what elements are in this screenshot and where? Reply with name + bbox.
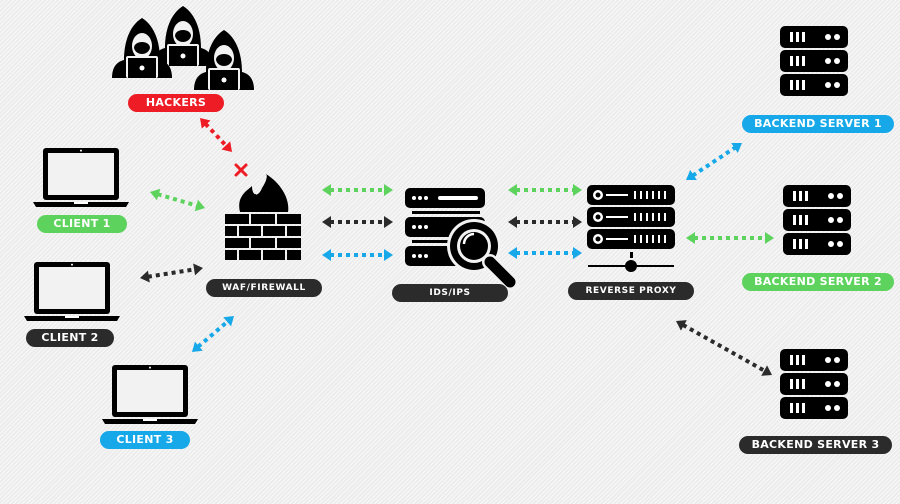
arrow-head [573, 216, 582, 228]
arrow-head [573, 247, 582, 259]
hooded-hackers-icon [112, 6, 254, 90]
arrow-head [508, 247, 517, 259]
arrow-head [686, 232, 695, 244]
server-rack-icon [783, 185, 851, 255]
edge-proxy-backend1 [686, 142, 742, 181]
edge-client3-waf [192, 316, 234, 352]
edge-line [147, 267, 196, 279]
hackers-label: HACKERS [128, 94, 224, 112]
blocked-x-icon [234, 163, 248, 177]
icons-layer [24, 6, 851, 424]
ids-label: IDS/IPS [392, 284, 508, 302]
arrow-head [384, 184, 393, 196]
arrow-head [322, 184, 331, 196]
network-diagram: HACKERS CLIENT 1 CLIENT 2 CLIENT 3 WAF/F… [0, 0, 900, 500]
diagram-canvas [24, 6, 851, 424]
arrow-head [573, 184, 582, 196]
edge-line [157, 192, 198, 208]
laptop-icon [33, 148, 129, 207]
proxy-label: REVERSE PROXY [568, 282, 694, 300]
backend3-label: BACKEND SERVER 3 [739, 436, 892, 454]
edge-line [196, 319, 230, 349]
waf-label: WAF/FIREWALL [206, 279, 322, 297]
edge-proxy-backend2 [686, 232, 774, 244]
server-rack-icon [780, 26, 848, 96]
laptop-icon [102, 365, 198, 424]
server-magnifier-icon [405, 188, 520, 292]
arrow-head [322, 249, 331, 261]
firewall-icon [225, 174, 301, 260]
edge-ids-proxy [508, 247, 582, 259]
backend2-label: BACKEND SERVER 2 [742, 273, 894, 291]
edge-line [691, 145, 737, 178]
arrow-head [140, 270, 150, 283]
edge-waf-ids [322, 249, 393, 261]
edge-client1-waf [150, 188, 205, 212]
edge-proxy-backend3 [676, 320, 772, 376]
edge-client2-waf [140, 263, 203, 283]
laptop-icon [24, 262, 120, 321]
client3-label: CLIENT 3 [100, 431, 190, 449]
arrow-head [508, 216, 517, 228]
arrow-head [765, 232, 774, 244]
arrow-head [384, 249, 393, 261]
network-server-icon [587, 185, 675, 272]
client1-label: CLIENT 1 [37, 215, 127, 233]
arrow-head [384, 216, 393, 228]
edge-ids-proxy [508, 184, 582, 196]
edge-line [681, 323, 767, 373]
client2-label: CLIENT 2 [26, 329, 114, 347]
edge-ids-proxy [508, 216, 582, 228]
edge-waf-ids [322, 216, 393, 228]
arrow-head [322, 216, 331, 228]
arrow-head [193, 263, 203, 276]
server-rack-icon [780, 349, 848, 419]
backend1-label: BACKEND SERVER 1 [742, 115, 894, 133]
edge-waf-ids [322, 184, 393, 196]
edge-line [204, 122, 228, 148]
edge-hackers-waf [200, 118, 232, 152]
arrow-head [508, 184, 517, 196]
arrow-head [200, 118, 211, 129]
